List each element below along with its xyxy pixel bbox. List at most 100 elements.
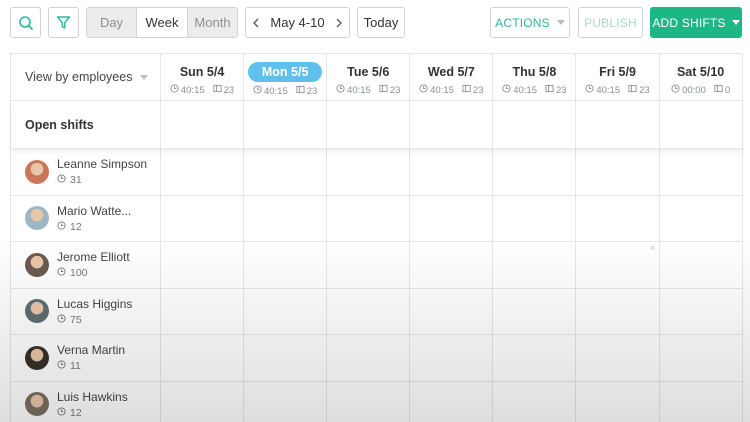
open-shift-cell[interactable]	[244, 101, 328, 148]
employee-name: Jerome Elliott	[57, 250, 130, 265]
employee-hours: 11	[70, 360, 81, 373]
shift-cell[interactable]	[576, 335, 660, 381]
shift-cell[interactable]	[493, 242, 577, 288]
day-hours: 40:15	[263, 85, 288, 97]
shift-cell[interactable]: ×	[576, 242, 660, 288]
shift-cell[interactable]	[660, 195, 743, 241]
open-shift-cell[interactable]	[161, 101, 245, 148]
day-shift-count: 23	[556, 84, 567, 96]
shift-cell[interactable]	[493, 195, 577, 241]
day-label: Sat 5/10	[676, 65, 725, 79]
shift-cell[interactable]	[244, 149, 328, 195]
actions-button[interactable]: ACTIONS	[490, 7, 570, 38]
open-shift-cell[interactable]	[493, 101, 577, 148]
chevron-right-icon[interactable]	[329, 8, 349, 37]
shift-cell[interactable]	[493, 335, 577, 381]
shift-cell[interactable]	[161, 242, 245, 288]
employee-name: Verna Martin	[57, 343, 126, 358]
shift-cell[interactable]	[576, 381, 660, 422]
filter-button[interactable]	[48, 7, 79, 38]
employee-cell[interactable]: Luis Hawkins 12	[11, 381, 161, 422]
shift-cell[interactable]	[660, 288, 743, 334]
shift-cell[interactable]	[410, 149, 494, 195]
day-hours: 40:15	[596, 84, 621, 96]
day-header-2[interactable]: Tue 5/6 40:15 23	[327, 54, 411, 100]
day-label: Tue 5/6	[347, 65, 390, 79]
employee-hours: 100	[70, 267, 88, 280]
open-shift-cell[interactable]	[410, 101, 494, 148]
shift-cell[interactable]	[410, 195, 494, 241]
shift-cell[interactable]	[493, 149, 577, 195]
add-shifts-button[interactable]: ADD SHIFTS	[650, 7, 742, 38]
grid-header-row: View by employees Sun 5/4 40:15 23 Mon 5/5 4…	[11, 54, 743, 101]
employee-cell[interactable]: Verna Martin 11	[11, 335, 161, 381]
shift-cell[interactable]	[244, 195, 328, 241]
day-hours: 00:00	[682, 84, 706, 96]
open-shift-cell[interactable]	[576, 101, 660, 148]
shift-cell[interactable]	[161, 335, 245, 381]
employee-cell[interactable]: Jerome Elliott 100	[11, 242, 161, 288]
shift-cell[interactable]	[660, 335, 743, 381]
view-mode-month[interactable]: Month	[188, 8, 237, 37]
publish-button[interactable]: PUBLISH	[578, 7, 643, 38]
shift-cell[interactable]	[493, 288, 577, 334]
shift-cell[interactable]	[327, 288, 411, 334]
shift-cell[interactable]	[660, 381, 743, 422]
view-mode-week[interactable]: Week	[137, 8, 188, 37]
shifts-count-icon	[628, 84, 637, 96]
shift-cell[interactable]	[244, 381, 328, 422]
toolbar: Day Week Month May 4-10 Today ACTIONS PU…	[0, 0, 750, 50]
shift-cell[interactable]	[576, 149, 660, 195]
open-shift-cell[interactable]	[660, 101, 743, 148]
day-header-0[interactable]: Sun 5/4 40:15 23	[161, 54, 245, 100]
shift-cell[interactable]	[244, 242, 328, 288]
employee-row: Luis Hawkins 12	[11, 381, 743, 422]
avatar	[25, 345, 49, 370]
shift-cell[interactable]	[327, 381, 411, 422]
shift-cell[interactable]	[161, 195, 245, 241]
employee-cell[interactable]: Leanne Simpson 31	[11, 149, 161, 195]
view-by-dropdown[interactable]: View by employees	[11, 54, 161, 100]
shift-cell[interactable]	[660, 242, 743, 288]
shift-cell[interactable]	[410, 242, 494, 288]
employee-cell[interactable]: Mario Watte... 12	[11, 195, 161, 241]
clock-icon	[502, 84, 511, 96]
view-mode-toggle: Day Week Month	[86, 7, 238, 38]
shifts-count-icon	[545, 84, 554, 96]
shift-cell[interactable]	[161, 149, 245, 195]
day-label: Fri 5/9	[599, 65, 636, 79]
search-button[interactable]	[10, 7, 41, 38]
open-shift-cell[interactable]	[327, 101, 411, 148]
shift-cell[interactable]	[410, 381, 494, 422]
shift-cell[interactable]	[410, 288, 494, 334]
day-label: Mon 5/5	[247, 62, 323, 82]
clock-icon	[57, 360, 66, 372]
day-hours: 40:15	[513, 84, 538, 96]
chevron-left-icon[interactable]	[246, 8, 266, 37]
employee-cell[interactable]: Lucas Higgins 75	[11, 288, 161, 334]
shift-cell[interactable]	[161, 381, 245, 422]
today-button[interactable]: Today	[357, 7, 405, 38]
shift-cell[interactable]	[161, 288, 245, 334]
shift-cell[interactable]	[244, 335, 328, 381]
day-header-3[interactable]: Wed 5/7 40:15 23	[410, 54, 494, 100]
view-mode-day[interactable]: Day	[87, 8, 137, 37]
shift-cell[interactable]	[493, 381, 577, 422]
shift-cell[interactable]	[576, 288, 660, 334]
shift-cell[interactable]	[660, 149, 743, 195]
shift-cell[interactable]	[327, 242, 411, 288]
avatar	[25, 159, 49, 184]
close-icon[interactable]: ×	[650, 243, 656, 254]
shift-cell[interactable]	[576, 195, 660, 241]
day-shift-count: 23	[389, 84, 401, 96]
shift-cell[interactable]	[327, 335, 411, 381]
shift-cell[interactable]	[327, 195, 411, 241]
clock-icon	[253, 85, 262, 97]
shift-cell[interactable]	[327, 149, 411, 195]
day-header-1[interactable]: Mon 5/5 40:15 23	[244, 54, 328, 100]
day-header-4[interactable]: Thu 5/8 40:15 23	[493, 54, 577, 100]
shift-cell[interactable]	[244, 288, 328, 334]
day-header-6[interactable]: Sat 5/10 00:00 0	[660, 54, 743, 100]
shift-cell[interactable]	[410, 335, 494, 381]
day-header-5[interactable]: Fri 5/9 40:15 23	[576, 54, 660, 100]
